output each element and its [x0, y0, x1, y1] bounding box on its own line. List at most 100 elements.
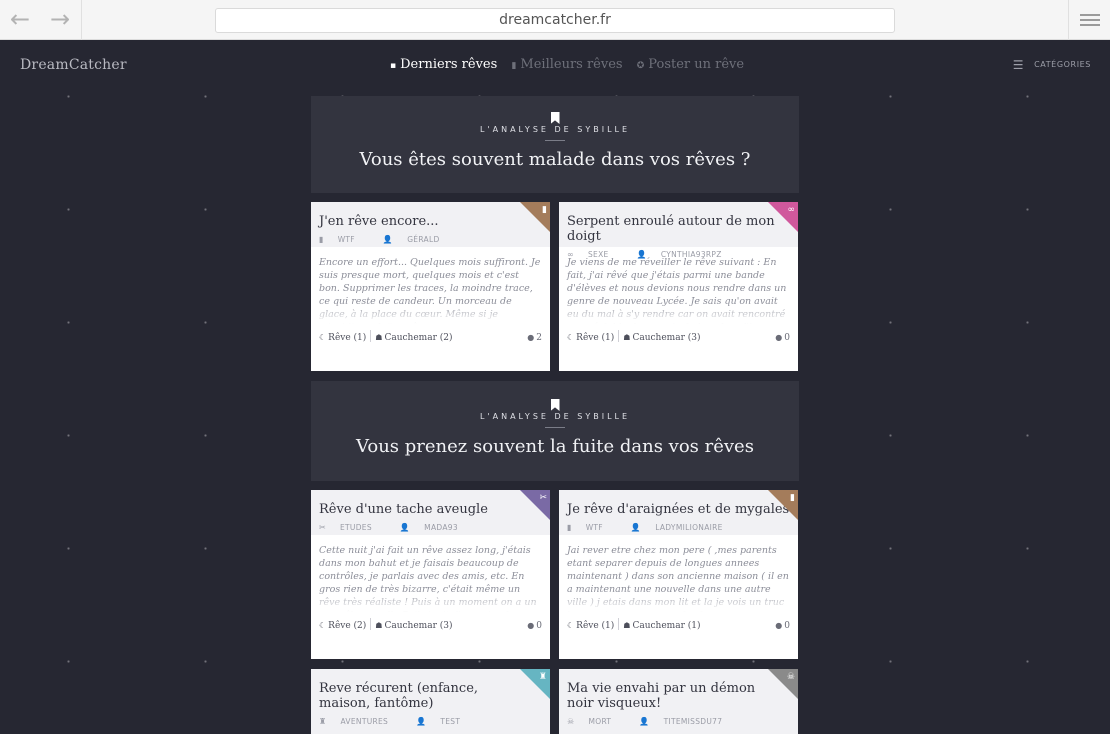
toolbar-divider: [81, 0, 82, 40]
scissors-icon: ✂: [319, 523, 327, 532]
dream-card[interactable]: Reve récurent (enfance, maison, fantôme)…: [311, 669, 550, 734]
category-icon: ▮: [567, 523, 572, 532]
author-tag: 👤 LADYMILIONAIRE: [630, 523, 723, 532]
reve-vote[interactable]: ☾ Rêve (1): [567, 612, 614, 640]
card-footer: ☾ Rêve (1) ☗ Cauchemar (1) ● 0: [559, 612, 798, 640]
address-bar[interactable]: dreamcatcher.fr: [215, 8, 895, 33]
comment-count[interactable]: ● 2: [527, 324, 542, 352]
divider: [545, 427, 565, 428]
card-meta: ▮ WTF 👤 GÉRALD: [319, 235, 542, 244]
author-tag: 👤 TITEMISSDU77: [639, 717, 723, 726]
moon-icon: ☾: [567, 333, 575, 342]
tab-derniers-reves[interactable]: ▪ Derniers rêves: [390, 57, 497, 72]
category-tag: ✂ ETUDES: [319, 523, 372, 532]
card-excerpt: Cette nuit j'ai fait un rêve assez long,…: [311, 535, 550, 612]
category-tag: ▮ WTF: [567, 523, 603, 532]
dream-card[interactable]: J'en rêve encore... ▮ WTF 👤 GÉRALD ▮ Encore…: [311, 202, 550, 371]
adventure-icon: ♜: [538, 672, 547, 682]
reve-vote[interactable]: ☾ Rêve (1): [567, 324, 614, 352]
dream-card[interactable]: Ma vie envahi par un démon noir visqueux…: [559, 669, 798, 734]
dream-card[interactable]: Rêve d'une tache aveugle ✂ ETUDES 👤 MADA93 …: [311, 490, 550, 659]
comment-count[interactable]: ● 0: [775, 324, 790, 352]
cauchemar-vote[interactable]: ☗ Cauchemar (3): [623, 324, 700, 352]
bookmark-icon: [311, 109, 799, 124]
card-excerpt: Jai rever etre chez mon pere ( ,mes pare…: [559, 535, 798, 612]
author-tag: 👤 TEST: [416, 717, 461, 726]
card-title[interactable]: Reve récurent (enfance, maison, fantôme): [319, 681, 542, 711]
cauchemar-vote[interactable]: ☗ Cauchemar (3): [375, 612, 452, 640]
tab-label: Derniers rêves: [400, 57, 498, 72]
tab-label: Meilleurs rêves: [520, 57, 623, 72]
main-nav: ▪ Derniers rêves ▮ Meilleurs rêves ✪ Poster…: [390, 57, 754, 72]
skull-icon: ☠: [567, 717, 575, 726]
star-icon: ✪: [636, 61, 645, 71]
user-icon: 👤: [399, 523, 411, 532]
skull-icon: ☗: [623, 621, 631, 630]
card-excerpt: Encore un effort... Quelques mois suffir…: [311, 247, 550, 324]
card-header: Reve récurent (enfance, maison, fantôme)…: [311, 669, 550, 734]
user-icon: 👤: [639, 717, 650, 726]
comment-count[interactable]: ● 0: [527, 612, 542, 640]
bars-icon: ▮: [511, 61, 517, 71]
category-tag: ♜ AVENTURES: [319, 717, 389, 726]
author-tag: 👤 GÉRALD: [382, 235, 440, 244]
user-icon: 👤: [416, 717, 427, 726]
infinity-icon: ∞: [787, 205, 796, 215]
card-title[interactable]: Ma vie envahi par un démon noir visqueux…: [567, 681, 790, 711]
skull-icon: ☗: [623, 333, 631, 342]
card-header: Rêve d'une tache aveugle ✂ ETUDES 👤 MADA93: [311, 490, 550, 535]
user-icon: 👤: [630, 523, 642, 532]
analysis-title: Vous prenez souvent la fuite dans vos rê…: [356, 436, 754, 457]
comment-count[interactable]: ● 0: [775, 612, 790, 640]
categories-button[interactable]: ☰ CATÉGORIES: [1013, 58, 1091, 72]
analysis-banner[interactable]: L'ANALYSE DE SYBILLE Vous prenez souvent…: [311, 381, 799, 481]
tab-meilleurs-reves[interactable]: ▮ Meilleurs rêves: [511, 57, 622, 72]
category-tag: ☠ MORT: [567, 717, 612, 726]
site-logo[interactable]: DreamCatcher: [20, 57, 127, 73]
category-tag: ▮ WTF: [319, 235, 355, 244]
analysis-kicker: L'ANALYSE DE SYBILLE: [479, 125, 631, 134]
reve-vote[interactable]: ☾ Rêve (1): [319, 324, 366, 352]
dream-card[interactable]: Serpent enroulé autour de mon doigt ∞ SEX…: [559, 202, 798, 371]
tab-poster-un-reve[interactable]: ✪ Poster un rêve: [637, 57, 744, 72]
categories-label: CATÉGORIES: [1034, 60, 1091, 69]
comment-icon: ●: [527, 333, 535, 342]
wtf-icon: ▮: [542, 205, 547, 215]
card-footer: ☾ Rêve (2) ☗ Cauchemar (3) ● 0: [311, 612, 550, 640]
card-footer: ☾ Rêve (1) ☗ Cauchemar (3) ● 0: [559, 324, 798, 352]
bookmark-icon: [311, 396, 799, 411]
analysis-banner[interactable]: L'ANALYSE DE SYBILLE Vous êtes souvent m…: [311, 96, 799, 193]
grid-icon: ▪: [390, 61, 397, 71]
card-excerpt: Je viens de me réveiller le rêve suivant…: [559, 247, 798, 324]
user-icon: 👤: [382, 235, 394, 244]
category-icon: ▮: [319, 235, 324, 244]
card-title[interactable]: Serpent enroulé autour de mon doigt: [567, 214, 790, 244]
tab-label: Poster un rêve: [648, 57, 745, 72]
skull-icon: ☗: [375, 333, 383, 342]
card-title[interactable]: J'en rêve encore...: [319, 214, 542, 229]
author-tag: 👤 MADA93: [399, 523, 458, 532]
card-meta: ▮ WTF 👤 LADYMILIONAIRE: [567, 523, 790, 532]
moon-icon: ☾: [319, 621, 327, 630]
skull-icon: ☠: [786, 672, 795, 682]
card-header: Ma vie envahi par un démon noir visqueux…: [559, 669, 798, 734]
wtf-icon: ▮: [790, 493, 795, 503]
card-footer: ☾ Rêve (1) ☗ Cauchemar (2) ● 2: [311, 324, 550, 352]
dream-card[interactable]: Je rêve d'araignées et de mygales ▮ WTF 👤 L…: [559, 490, 798, 659]
reve-vote[interactable]: ☾ Rêve (2): [319, 612, 366, 640]
cauchemar-vote[interactable]: ☗ Cauchemar (2): [375, 324, 452, 352]
forward-icon[interactable]: →: [48, 7, 72, 32]
card-header: Je rêve d'araignées et de mygales ▮ WTF 👤 L…: [559, 490, 798, 535]
comment-icon: ●: [775, 333, 783, 342]
back-icon[interactable]: ←: [8, 7, 32, 32]
skull-icon: ☗: [375, 621, 383, 630]
scissors-icon: ✂: [539, 493, 547, 503]
card-title[interactable]: Rêve d'une tache aveugle: [319, 502, 542, 517]
list-icon: ☰: [1012, 58, 1025, 72]
cauchemar-vote[interactable]: ☗ Cauchemar (1): [623, 612, 700, 640]
menu-icon[interactable]: [1080, 14, 1100, 26]
card-title[interactable]: Je rêve d'araignées et de mygales: [567, 502, 790, 517]
card-header: J'en rêve encore... ▮ WTF 👤 GÉRALD: [311, 202, 550, 247]
card-header: Serpent enroulé autour de mon doigt ∞ SEX…: [559, 202, 798, 259]
browser-toolbar: ← → dreamcatcher.fr: [0, 0, 1110, 40]
